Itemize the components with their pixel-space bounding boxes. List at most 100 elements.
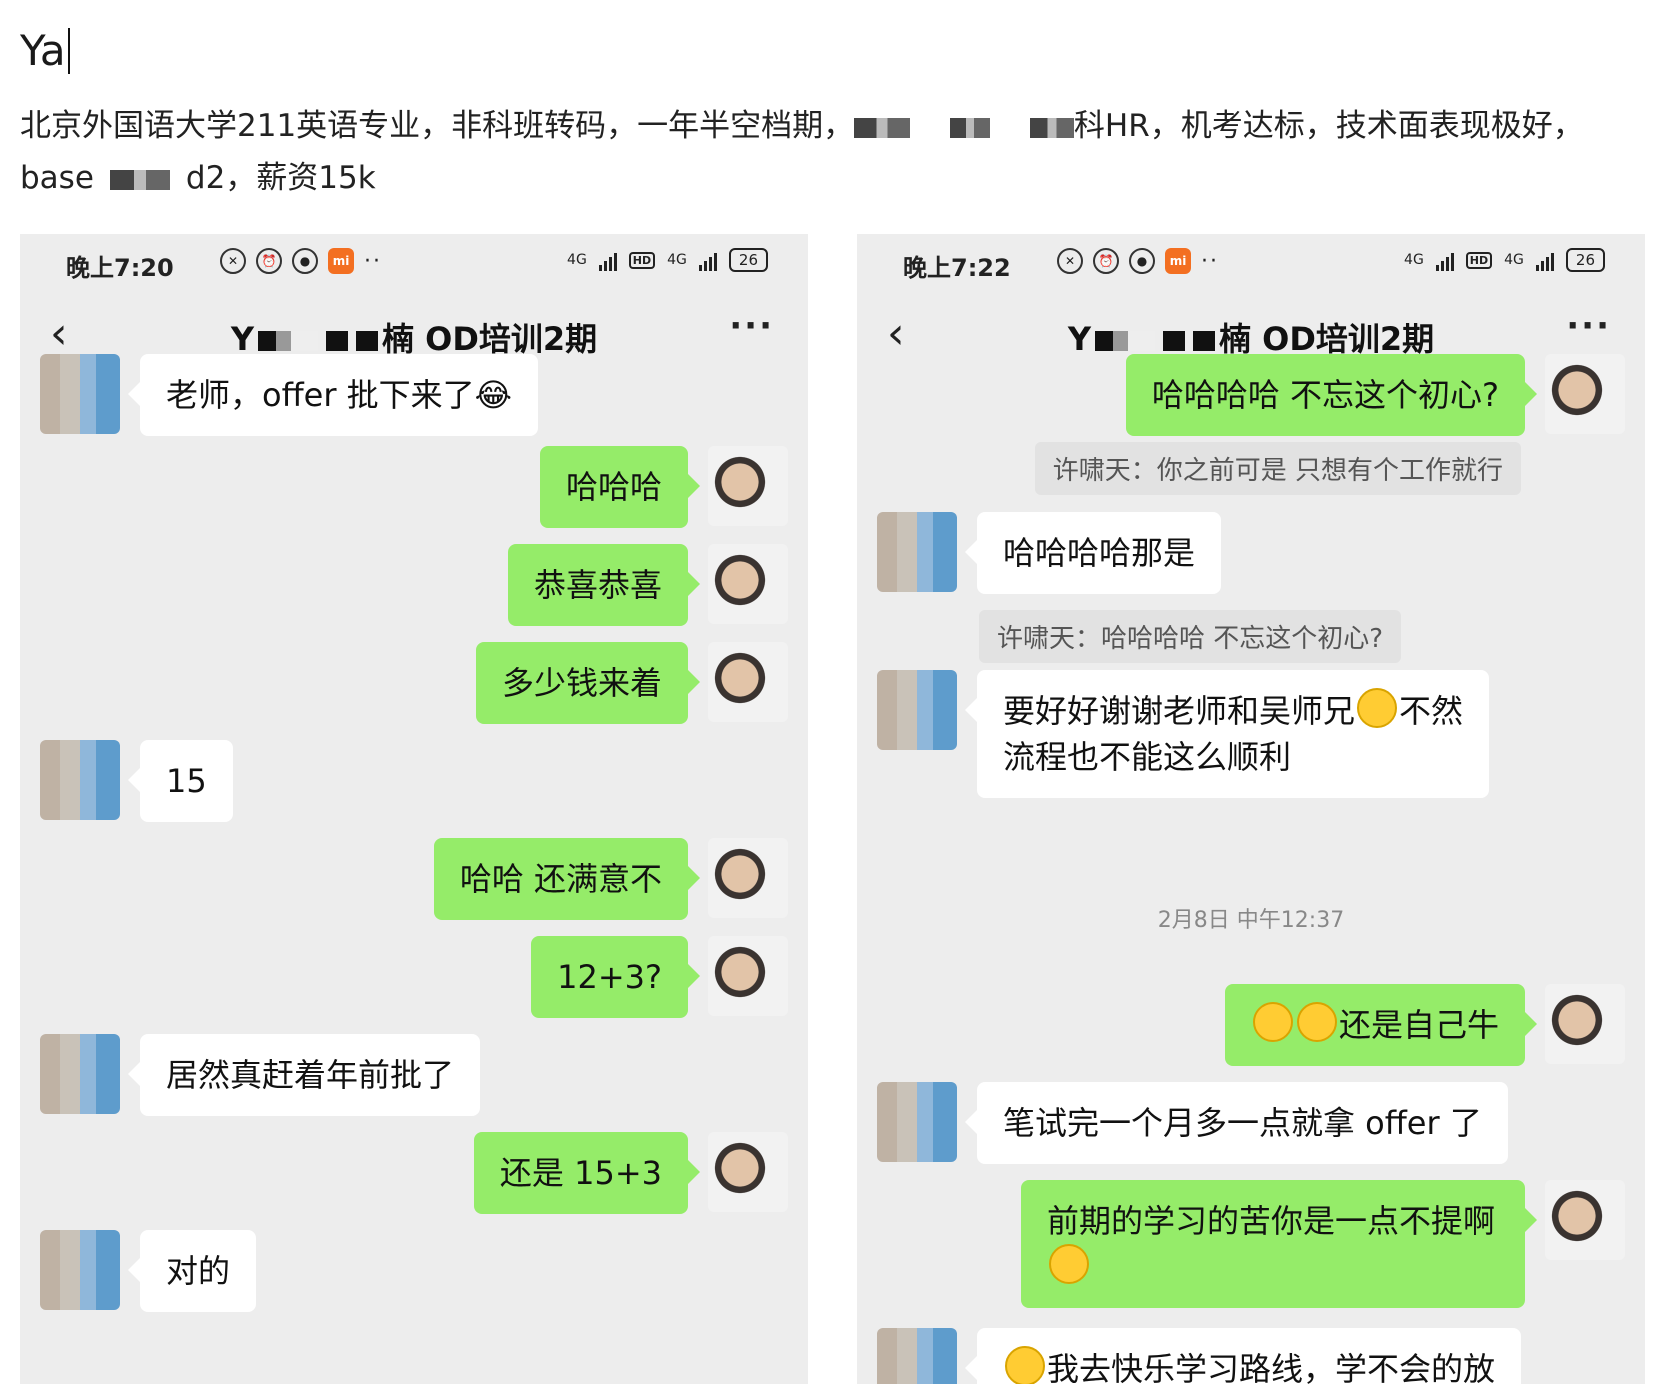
quote-reply[interactable]: 许啸天：你之前可是 只想有个工作就行 (1034, 442, 1521, 495)
avatar[interactable] (1545, 354, 1625, 434)
message-bubble[interactable]: 恭喜恭喜 (507, 544, 701, 626)
network-label-2: 4G (1504, 252, 1524, 268)
quote-reply[interactable]: 许啸天：哈哈哈哈 不忘这个初心? (979, 610, 1402, 663)
status-icons: ✕ ⏰ ● mi ·· (1057, 248, 1219, 274)
avatar[interactable] (708, 838, 788, 918)
message-other: 老师，offer 批下来了😂 (40, 354, 539, 436)
message-bubble[interactable]: 前期的学习的苦你是一点不提啊 (1021, 1180, 1537, 1308)
message-bubble[interactable]: 哈哈哈哈那是 (964, 512, 1222, 594)
avatar[interactable] (877, 1082, 957, 1162)
grin-emoji-icon (1296, 1002, 1337, 1042)
message-bubble[interactable]: 多少钱来着 (475, 642, 701, 724)
status-icons: ✕ ⏰ ● mi ·· (220, 248, 382, 274)
message-text: 前期的学习的苦你是一点不提啊 (1047, 1202, 1496, 1240)
chat-screenshot-right: 晚上7:22 ✕ ⏰ ● mi ·· 4G HD 4G 26 ‹ Y楠 OD培训… (857, 234, 1645, 1384)
message-bubble[interactable]: 15 (128, 740, 233, 822)
status-time: 晚上7:20 (66, 254, 174, 282)
avatar[interactable] (708, 544, 788, 624)
thinking-emoji-icon (1049, 1244, 1089, 1284)
avatar[interactable] (40, 1034, 120, 1114)
message-me: 多少钱来着 (475, 642, 788, 724)
intro-text-3: base (20, 160, 94, 196)
message-me: 哈哈 还满意不 (433, 838, 788, 920)
more-icon[interactable]: ··· (729, 306, 774, 346)
avatar[interactable] (708, 446, 788, 526)
message-me: 还是自己牛 (1224, 984, 1625, 1066)
message-text: 我去快乐学习路线，学不会的放 (1047, 1350, 1496, 1384)
qq-icon: ● (1129, 248, 1155, 274)
hd-icon: HD (1465, 251, 1493, 269)
message-bubble[interactable]: 哈哈 还满意不 (433, 838, 701, 920)
message-me: 还是 15+3 (473, 1132, 788, 1214)
avatar[interactable] (40, 740, 120, 820)
message-bubble[interactable]: 还是 15+3 (473, 1132, 701, 1214)
avatar[interactable] (708, 1132, 788, 1212)
avatar[interactable] (708, 936, 788, 1016)
avatar[interactable] (877, 512, 957, 592)
signal-icon (698, 249, 717, 271)
message-me: 前期的学习的苦你是一点不提啊 (1021, 1180, 1625, 1308)
title-suffix: 楠 OD培训2期 (1218, 320, 1435, 358)
battery-icon: 26 (728, 248, 768, 272)
redaction (950, 117, 991, 138)
intro-text-4: d2，薪资15k (185, 160, 376, 196)
redaction (1162, 331, 1185, 351)
status-right: 4G HD 4G 26 (567, 248, 768, 272)
message-bubble[interactable]: 笔试完一个月多一点就拿 offer 了 (965, 1082, 1508, 1164)
mi-icon: mi (328, 248, 354, 274)
message-other: 居然真赶着年前批了 (40, 1034, 481, 1116)
message-bubble[interactable]: 还是自己牛 (1224, 984, 1538, 1066)
avatar[interactable] (40, 354, 120, 434)
avatar[interactable] (708, 642, 788, 722)
signal-icon (1435, 249, 1454, 271)
avatar[interactable] (1545, 984, 1625, 1064)
message-bubble[interactable]: 哈哈哈哈 不忘这个初心? (1125, 354, 1538, 436)
avatar[interactable] (877, 1328, 957, 1384)
signal-icon (598, 249, 617, 271)
redaction (1094, 331, 1155, 351)
message-other: 哈哈哈哈那是 (877, 512, 1222, 594)
avatar[interactable] (1545, 1180, 1625, 1260)
status-right: 4G HD 4G 26 (1404, 248, 1605, 272)
intro-text-1: 北京外国语大学211英语专业，非科班转码，一年半空档期， (20, 108, 855, 144)
heading-text: Ya (20, 26, 66, 75)
avatar[interactable] (877, 670, 957, 750)
hd-icon: HD (628, 251, 656, 269)
mute-icon: ✕ (1057, 248, 1083, 274)
message-bubble[interactable]: 居然真赶着年前批了 (127, 1034, 481, 1116)
message-bubble[interactable]: 老师，offer 批下来了😂 (127, 354, 539, 436)
message-text: 不然 (1399, 692, 1464, 730)
chat-screenshot-left: 晚上7:20 ✕ ⏰ ● mi ·· 4G HD 4G 26 ‹ Y楠 OD培训… (20, 234, 808, 1384)
document-heading[interactable]: Ya (20, 26, 70, 75)
title-prefix: Y (1067, 320, 1091, 358)
grin-emoji-icon (1357, 688, 1398, 728)
mi-icon: mi (1165, 248, 1191, 274)
title-suffix: 楠 OD培训2期 (381, 320, 598, 358)
avatar[interactable] (40, 1230, 120, 1310)
qq-icon: ● (292, 248, 318, 274)
intro-paragraph: 北京外国语大学211英语专业，非科班转码，一年半空档期， 科HR，机考达标，技术… (20, 100, 1640, 204)
message-bubble[interactable]: 我去快乐学习路线，学不会的放 (964, 1328, 1522, 1384)
status-bar: 晚上7:22 ✕ ⏰ ● mi ·· 4G HD 4G 26 (857, 234, 1645, 294)
redaction (355, 331, 378, 351)
more-notifications-icon: ·· (1201, 248, 1219, 274)
message-bubble[interactable]: 12+3? (531, 936, 700, 1018)
message-other: 我去快乐学习路线，学不会的放 (877, 1328, 1522, 1384)
status-time: 晚上7:22 (903, 254, 1011, 282)
message-text: 流程也不能这么顺利 (1003, 738, 1292, 776)
message-bubble[interactable]: 哈哈哈 (539, 446, 701, 528)
message-bubble[interactable]: 对的 (127, 1230, 257, 1312)
message-me: 恭喜恭喜 (507, 544, 788, 626)
alarm-icon: ⏰ (1093, 248, 1119, 274)
redaction (325, 331, 348, 351)
redaction (109, 169, 170, 190)
redaction (1029, 117, 1074, 138)
message-other: 要好好谢谢老师和吴师兄 不然 流程也不能这么顺利 (877, 670, 1490, 798)
message-me: 哈哈哈哈 不忘这个初心? (1125, 354, 1625, 436)
more-icon[interactable]: ··· (1566, 306, 1611, 346)
message-bubble[interactable]: 要好好谢谢老师和吴师兄 不然 流程也不能这么顺利 (964, 670, 1490, 798)
mute-icon: ✕ (220, 248, 246, 274)
grin-emoji-icon (1005, 1346, 1045, 1384)
network-label: 4G (1404, 252, 1424, 268)
alarm-icon: ⏰ (256, 248, 282, 274)
